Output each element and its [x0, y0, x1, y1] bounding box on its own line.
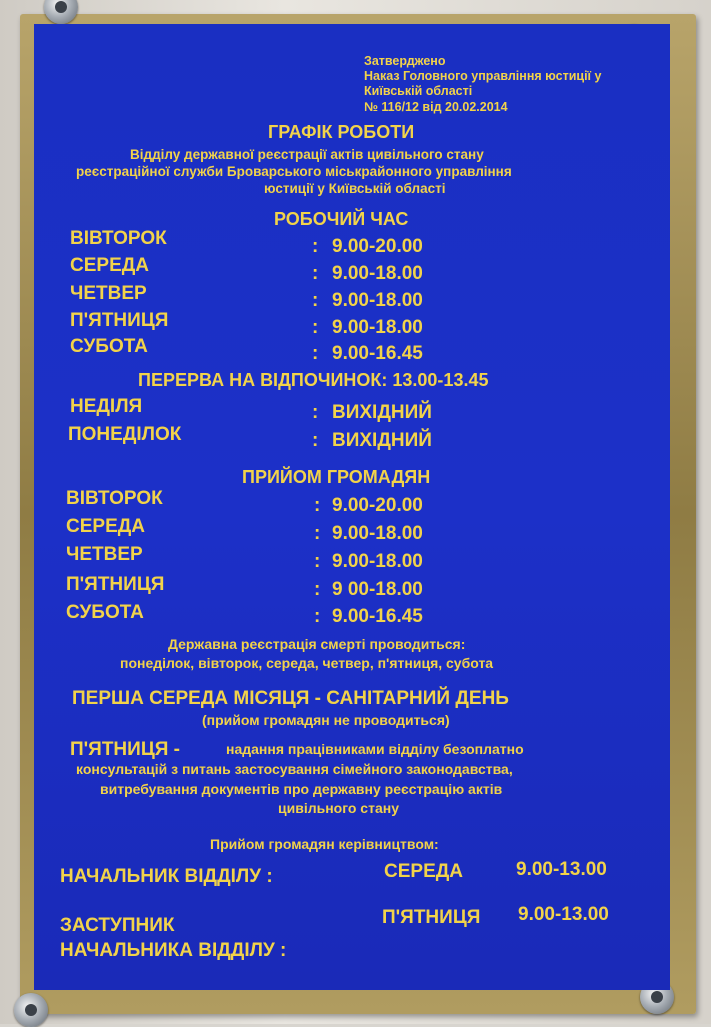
working-time: 9.00-20.00	[332, 236, 423, 257]
colon: :	[312, 317, 319, 338]
colon: :	[314, 606, 321, 627]
approval-line: Затверджено	[364, 54, 446, 68]
approval-line: Київській області	[364, 84, 473, 98]
day-off-value: ВИХІДНИЙ	[332, 430, 432, 451]
working-time: 9.00-18.00	[332, 317, 423, 338]
working-time: 9.00-18.00	[332, 290, 423, 311]
sanitary-note: (прийом громадян не проводиться)	[202, 712, 450, 728]
colon: :	[312, 236, 319, 257]
reception-day: ЧЕТВЕР	[66, 544, 143, 565]
working-hours-heading: РОБОЧИЙ ЧАС	[274, 209, 409, 229]
head-time: 9.00-13.00	[516, 859, 607, 880]
colon: :	[314, 579, 321, 600]
death-registration-line: понеділок, вівторок, середа, четвер, п'я…	[120, 655, 494, 671]
reception-time: 9.00-20.00	[332, 495, 423, 516]
management-heading: Прийом громадян керівництвом:	[210, 836, 439, 852]
day-off: НЕДІЛЯ	[70, 396, 143, 417]
reception-time: 9.00-16.45	[332, 606, 423, 627]
subtitle-line: Відділу державної реєстрації актів цивіл…	[130, 147, 484, 162]
reception-day: П'ЯТНИЦЯ	[66, 574, 165, 595]
working-time: 9.00-18.00	[332, 263, 423, 284]
colon: :	[312, 402, 319, 423]
reception-day: СУБОТА	[66, 602, 144, 623]
friday-text-line: надання працівниками відділу безоплатно	[226, 741, 524, 757]
colon: :	[312, 343, 319, 364]
colon: :	[312, 263, 319, 284]
working-day: СУБОТА	[70, 336, 148, 357]
reception-time: 9.00-18.00	[332, 551, 423, 572]
day-off-value: ВИХІДНИЙ	[332, 402, 432, 423]
screw-bottom-left-icon	[14, 993, 48, 1027]
reception-day: ВІВТОРОК	[66, 488, 163, 509]
page-title: ГРАФІК РОБОТИ	[268, 122, 415, 142]
friday-text-line: цивільного стану	[278, 800, 399, 816]
head-label: НАЧАЛЬНИК ВІДДІЛУ :	[60, 866, 273, 887]
subtitle-line: юстиції у Київській області	[264, 181, 446, 196]
colon: :	[314, 523, 321, 544]
working-day: П'ЯТНИЦЯ	[70, 310, 169, 331]
deputy-label: ЗАСТУПНИК	[60, 915, 175, 936]
reception-time: 9 00-18.00	[332, 579, 423, 600]
schedule-plate: Затверджено Наказ Головного управління ю…	[34, 24, 670, 990]
colon: :	[314, 495, 321, 516]
deputy-day: П'ЯТНИЦЯ	[382, 907, 481, 928]
day-off: ПОНЕДІЛОК	[68, 424, 182, 445]
approval-line: № 116/12 від 20.02.2014	[364, 100, 508, 114]
death-registration-line: Державна реєстрація смерті проводиться:	[168, 636, 466, 652]
friday-text-line: консультацій з питань застосування сімей…	[76, 761, 513, 777]
colon: :	[312, 430, 319, 451]
reception-heading: ПРИЙОМ ГРОМАДЯН	[242, 467, 431, 487]
colon: :	[312, 290, 319, 311]
reception-time: 9.00-18.00	[332, 523, 423, 544]
working-day: СЕРЕДА	[70, 255, 149, 276]
deputy-label: НАЧАЛЬНИКА ВІДДІЛУ :	[60, 940, 287, 961]
sanitary-day: ПЕРША СЕРЕДА МІСЯЦЯ - САНІТАРНИЙ ДЕНЬ	[72, 688, 509, 709]
reception-day: СЕРЕДА	[66, 516, 145, 537]
working-day: ВІВТОРОК	[70, 228, 167, 249]
break-line: ПЕРЕРВА НА ВІДПОЧИНОК: 13.00-13.45	[138, 370, 489, 390]
working-day: ЧЕТВЕР	[70, 283, 147, 304]
head-day: СЕРЕДА	[384, 861, 463, 882]
working-time: 9.00-16.45	[332, 343, 423, 364]
subtitle-line: реєстраційної служби Броварського міськр…	[76, 164, 512, 179]
colon: :	[314, 551, 321, 572]
approval-line: Наказ Головного управління юстиції у	[364, 69, 602, 83]
deputy-time: 9.00-13.00	[518, 904, 609, 925]
friday-text-line: витребування документів про державну реє…	[100, 781, 503, 797]
friday-label: П'ЯТНИЦЯ -	[70, 739, 180, 760]
